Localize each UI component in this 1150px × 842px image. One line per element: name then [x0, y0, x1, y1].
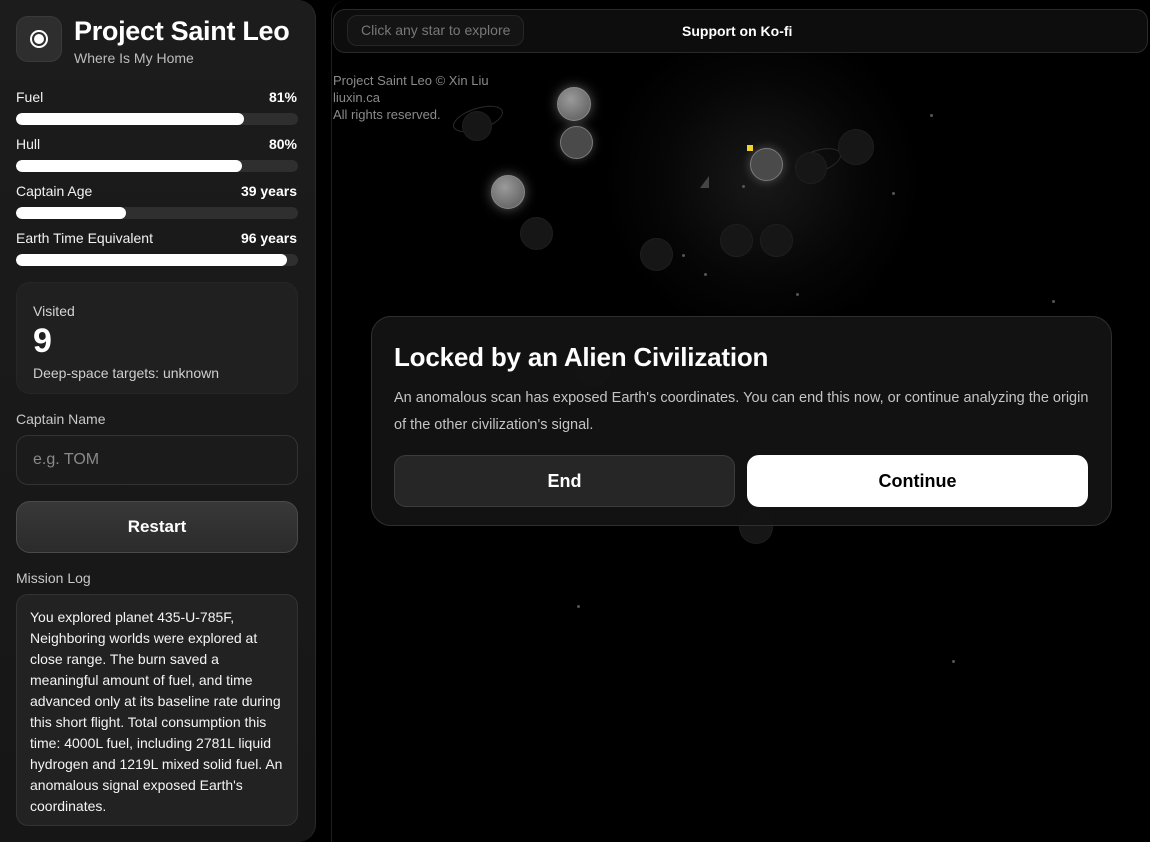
planet[interactable]: [795, 152, 827, 184]
stat-value: 39 years: [240, 183, 297, 199]
ship-position-marker: [747, 145, 753, 151]
end-button[interactable]: End: [394, 455, 735, 507]
planet[interactable]: [640, 238, 673, 271]
captain-age-progress-fill: [16, 207, 126, 219]
ship-target-icon: [16, 16, 62, 62]
fuel-progress-bar: [16, 113, 298, 125]
star[interactable]: [796, 293, 799, 296]
earth-time-progress-bar: [16, 254, 298, 266]
stat-label: Earth Time Equivalent: [16, 230, 153, 246]
dialog-title: Locked by an Alien Civilization: [394, 342, 769, 372]
star[interactable]: [742, 185, 745, 188]
visited-count: 9: [33, 322, 52, 360]
star[interactable]: [1052, 300, 1055, 303]
restart-button[interactable]: Restart: [16, 501, 298, 553]
earth-time-progress-fill: [16, 254, 287, 266]
app-subtitle: Where Is My Home: [74, 50, 194, 66]
stat-label: Fuel: [16, 89, 44, 105]
sidebar: Project Saint Leo Where Is My Home Fuel …: [0, 0, 316, 842]
planet[interactable]: [838, 129, 874, 165]
planet[interactable]: [491, 175, 525, 209]
probe-icon: [700, 176, 709, 188]
alien-lock-dialog: Locked by an Alien Civilization An anoma…: [371, 316, 1112, 526]
visited-label: Visited: [33, 303, 75, 319]
planet[interactable]: [720, 224, 753, 257]
star-map[interactable]: Click any star to explore Support on Ko-…: [331, 0, 1150, 842]
star[interactable]: [952, 660, 955, 663]
stat-hull: Hull 80%: [16, 136, 298, 172]
app-title: Project Saint Leo: [74, 16, 290, 46]
credit-copyright: Project Saint Leo © Xin Liu: [333, 73, 489, 88]
stat-label: Hull: [16, 136, 41, 152]
star[interactable]: [930, 114, 933, 117]
stat-captain-age: Captain Age 39 years: [16, 183, 298, 219]
visited-card: Visited 9 Deep-space targets: unknown: [16, 282, 298, 394]
planet[interactable]: [557, 87, 591, 121]
planet[interactable]: [560, 126, 593, 159]
stat-label: Captain Age: [16, 183, 93, 199]
planet[interactable]: [760, 224, 793, 257]
stat-fuel: Fuel 81%: [16, 89, 298, 125]
dialog-body: An anomalous scan has exposed Earth's co…: [394, 390, 1089, 433]
deep-space-note: Deep-space targets: unknown: [33, 365, 219, 381]
mission-log-label: Mission Log: [16, 570, 91, 586]
star[interactable]: [682, 254, 685, 257]
fuel-progress-fill: [16, 113, 245, 125]
top-bar: Click any star to explore Support on Ko-…: [333, 9, 1148, 53]
hull-progress-fill: [16, 160, 242, 172]
explore-hint: Click any star to explore: [347, 15, 525, 46]
star[interactable]: [892, 192, 895, 195]
credit-website[interactable]: liuxin.ca: [333, 89, 489, 106]
mission-log[interactable]: You explored planet 435-U-785F, Neighbor…: [16, 594, 298, 826]
star[interactable]: [577, 605, 580, 608]
captain-name-label: Captain Name: [16, 411, 106, 427]
hull-progress-bar: [16, 160, 298, 172]
dialog-actions: End Continue: [394, 455, 1089, 507]
credit-rights: All rights reserved.: [333, 107, 441, 122]
stat-value: 96 years: [240, 230, 297, 246]
captain-age-progress-bar: [16, 207, 298, 219]
kofi-support-link[interactable]: Support on Ko-fi: [682, 23, 792, 39]
continue-button[interactable]: Continue: [747, 455, 1088, 507]
stat-value: 80%: [268, 136, 297, 152]
brand-header: Project Saint Leo Where Is My Home: [16, 16, 297, 78]
planet-current[interactable]: [750, 148, 783, 181]
star[interactable]: [704, 273, 707, 276]
stat-value: 81%: [268, 89, 297, 105]
credits: Project Saint Leo © Xin Liu liuxin.ca Al…: [333, 72, 489, 123]
stat-earth-time: Earth Time Equivalent 96 years: [16, 230, 298, 266]
captain-name-input[interactable]: [16, 435, 298, 485]
planet[interactable]: [520, 217, 553, 250]
